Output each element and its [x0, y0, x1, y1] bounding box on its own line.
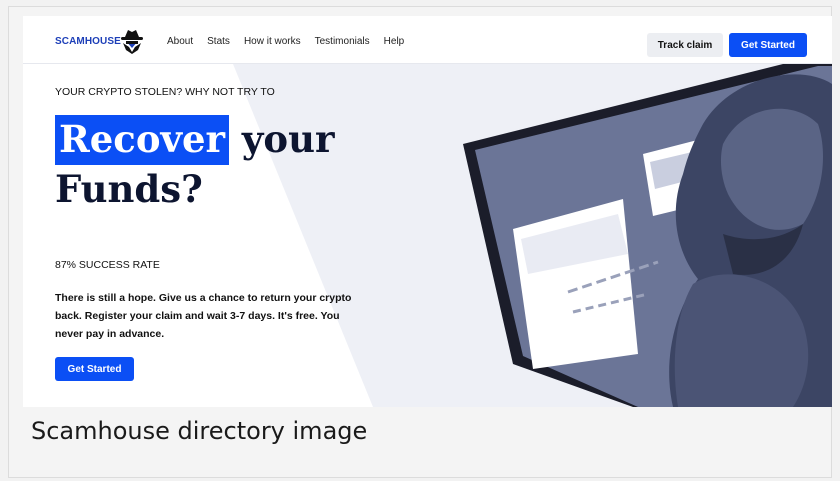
hero-description: There is still a hope. Give us a chance …	[55, 292, 352, 340]
nav-link-testimonials[interactable]: Testimonials	[315, 36, 370, 47]
headline-part-2: Funds?	[55, 167, 203, 211]
nav-links: About Stats How it works Testimonials He…	[167, 36, 404, 47]
headline-part-1: your	[229, 117, 335, 161]
headline-highlight: Recover	[55, 115, 230, 165]
success-rate: 87% SUCCESS RATE	[55, 259, 160, 271]
nav-link-how-it-works[interactable]: How it works	[244, 36, 301, 47]
nav-link-help[interactable]: Help	[384, 36, 405, 47]
nav-link-about[interactable]: About	[167, 36, 193, 47]
track-claim-button[interactable]: Track claim	[647, 33, 723, 57]
logo-text[interactable]: SCAMHOUSE	[55, 36, 121, 47]
hero-eyebrow: YOUR CRYPTO STOLEN? WHY NOT TRY TO	[55, 86, 275, 98]
image-caption: Scamhouse directory image	[31, 417, 368, 445]
top-navbar: SCAMHOUSE About Stats How it works Testi…	[23, 16, 832, 64]
hero-headline: Recover your Funds?	[55, 114, 395, 214]
website-screenshot: SCAMHOUSE About Stats How it works Testi…	[23, 16, 832, 407]
image-frame: SCAMHOUSE About Stats How it works Testi…	[8, 6, 832, 478]
nav-link-stats[interactable]: Stats	[207, 36, 230, 47]
hacker-hat-icon[interactable]	[119, 28, 145, 54]
hero-get-started-button[interactable]: Get Started	[55, 357, 134, 381]
hacker-laptop-illustration	[463, 64, 832, 407]
nav-get-started-button[interactable]: Get Started	[729, 33, 807, 57]
